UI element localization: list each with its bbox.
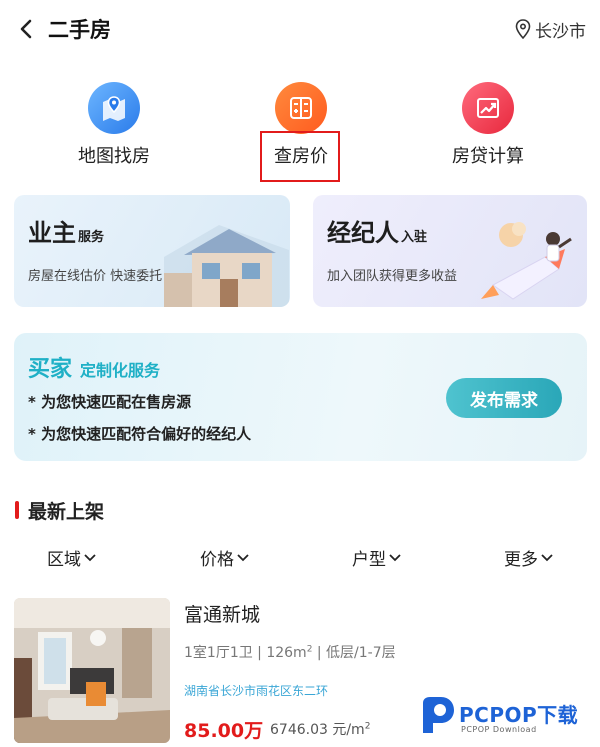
owner-card-title: 业主 服务 xyxy=(28,219,105,247)
trend-chart-icon xyxy=(462,82,514,134)
listing-unit-price: 6746.03 元/m2 xyxy=(270,721,371,738)
watermark-brand: PCPOP下载 xyxy=(459,703,579,727)
agent-join-card[interactable]: 经纪人 入驻 加入团队获得更多收益 xyxy=(313,195,587,307)
agent-card-subtitle: 加入团队获得更多收益 xyxy=(327,269,458,284)
filter-bar: 区域 价格 户型 更多 xyxy=(0,545,600,575)
owner-service-card[interactable]: 业主 服务 房屋在线估价 快速委托 xyxy=(14,195,290,307)
filter-area[interactable]: 区域 xyxy=(47,545,96,570)
filter-price[interactable]: 价格 xyxy=(200,545,249,570)
listing-meta: 1室1厅1卫 | 126m2 | 低层/1-7层 xyxy=(184,644,396,661)
location-pin-icon xyxy=(515,19,531,39)
city-label: 长沙市 xyxy=(535,21,586,42)
buyer-service-banner: 买家 定制化服务 * 为您快速匹配在售房源 * 为您快速匹配符合偏好的经纪人 发布… xyxy=(14,333,587,461)
buyer-benefit-1: * 为您快速匹配在售房源 xyxy=(28,393,192,411)
tool-label: 房贷计算 xyxy=(452,146,524,167)
back-arrow-icon[interactable] xyxy=(14,16,40,42)
chevron-down-icon xyxy=(389,553,401,561)
listing-title: 富通新城 xyxy=(184,604,261,626)
pcpop-watermark: PCPOP下载 PCPOP Download xyxy=(415,693,600,747)
buyer-title: 买家 定制化服务 xyxy=(28,357,161,382)
watermark-sub: PCPOP Download xyxy=(461,725,537,734)
owner-card-subtitle: 房屋在线估价 快速委托 xyxy=(28,269,163,284)
tool-label: 地图找房 xyxy=(78,146,150,167)
tool-map-search[interactable]: 地图找房 xyxy=(34,82,194,172)
listing-address: 湖南省长沙市雨花区东二环 xyxy=(184,684,329,698)
page-title: 二手房 xyxy=(48,18,111,42)
chevron-down-icon xyxy=(541,553,553,561)
city-selector[interactable]: 长沙市 xyxy=(515,16,586,42)
listing-photo xyxy=(14,598,170,743)
listing-price: 85.00万 xyxy=(184,720,264,742)
chevron-down-icon xyxy=(237,553,249,561)
top-bar: 二手房 长沙市 xyxy=(0,0,600,60)
map-pin-icon xyxy=(88,82,140,134)
publish-demand-button[interactable]: 发布需求 xyxy=(446,378,562,418)
rocket-illustration xyxy=(481,222,572,300)
pcpop-logo-icon xyxy=(423,697,454,733)
price-list-icon xyxy=(275,82,327,134)
filter-layout[interactable]: 户型 xyxy=(352,545,401,570)
agent-card-title: 经纪人 入驻 xyxy=(327,219,428,247)
section-marker xyxy=(15,501,19,519)
section-title: 最新上架 xyxy=(28,501,105,523)
house-illustration xyxy=(164,225,289,307)
tool-loan-calculator[interactable]: 房贷计算 xyxy=(408,82,568,172)
filter-more[interactable]: 更多 xyxy=(504,545,553,570)
chevron-down-icon xyxy=(84,553,96,561)
highlight-annotation-box xyxy=(260,131,340,182)
buyer-benefit-2: * 为您快速匹配符合偏好的经纪人 xyxy=(28,425,252,443)
